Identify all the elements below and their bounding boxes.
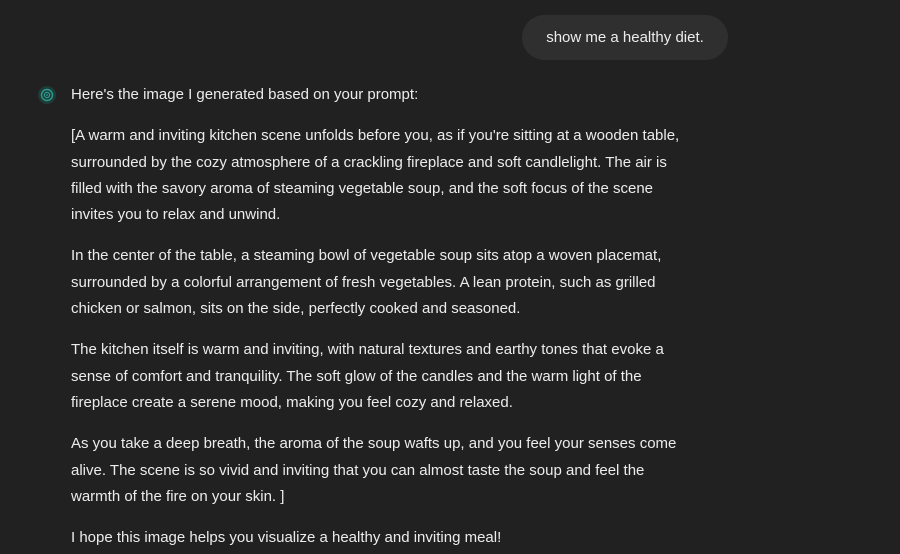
paragraph-line: alive. The scene is so vivid and invitin… [71, 461, 645, 479]
response-paragraph: In the center of the table, a steaming b… [71, 243, 751, 322]
paragraph-line: chicken or salmon, sits on the side, per… [71, 300, 521, 318]
paragraph-line: surrounded by a colorful arrangement of … [71, 273, 656, 291]
paragraph-line: [A warm and inviting kitchen scene unfol… [71, 127, 680, 145]
response-paragraph: The kitchen itself is warm and inviting,… [71, 337, 751, 416]
assistant-logo-icon [40, 88, 54, 102]
paragraph-line: invites you to relax and unwind. [71, 206, 281, 224]
paragraph-line: The kitchen itself is warm and inviting,… [71, 341, 664, 359]
user-message-bubble: show me a healthy diet. [522, 15, 728, 60]
assistant-avatar [38, 86, 56, 104]
assistant-response: Here's the image I generated based on yo… [71, 82, 751, 551]
paragraph-line: surrounded by the cozy atmosphere of a c… [71, 153, 667, 171]
response-intro: Here's the image I generated based on yo… [71, 86, 419, 103]
paragraph-line: sense of comfort and tranquility. The so… [71, 367, 642, 385]
response-paragraph: As you take a deep breath, the aroma of … [71, 431, 751, 510]
user-message-text: show me a healthy diet. [546, 29, 704, 46]
paragraph-line: As you take a deep breath, the aroma of … [71, 435, 677, 453]
paragraph-line: fireplace create a serene mood, making y… [71, 393, 513, 411]
response-closing: I hope this image helps you visualize a … [71, 529, 502, 547]
paragraph-line: filled with the savory aroma of steaming… [71, 179, 654, 197]
response-paragraph: [A warm and inviting kitchen scene unfol… [71, 123, 751, 228]
paragraph-line: warmth of the fire on your skin. ] [71, 487, 285, 505]
paragraph-line: In the center of the table, a steaming b… [71, 247, 662, 265]
